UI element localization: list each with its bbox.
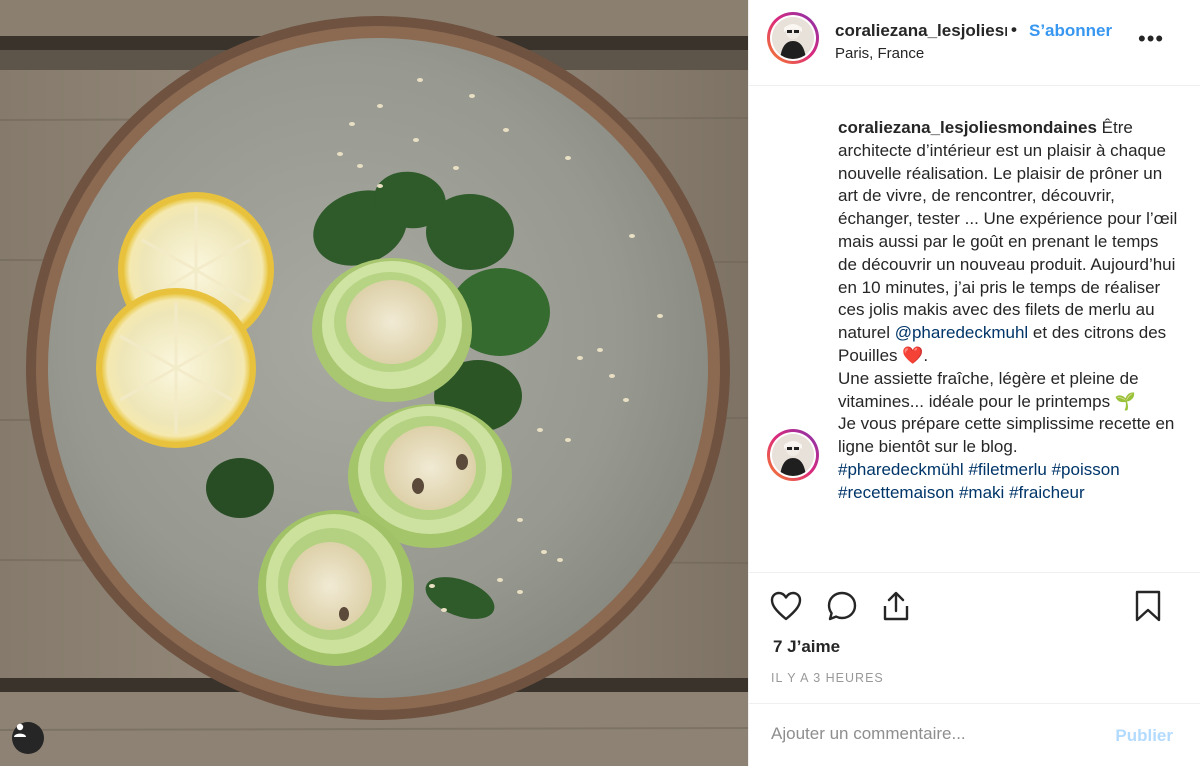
post-details-panel: coraliezana_lesjoliesmondaines • S’abonn… — [748, 0, 1200, 766]
caption-text: Une assiette fraîche, légère et pleine d… — [838, 368, 1139, 411]
bookmark-icon[interactable] — [1131, 589, 1165, 623]
more-options-icon[interactable]: ••• — [1138, 28, 1164, 50]
heart-icon[interactable] — [769, 589, 803, 623]
hashtag-link[interactable]: #recettemaison — [838, 483, 954, 502]
hashtag-link[interactable]: #filetmerlu — [968, 460, 1046, 479]
tagged-users-button[interactable] — [12, 722, 44, 754]
follow-button[interactable]: S’abonner — [1029, 21, 1112, 41]
add-comment-bar: Publier — [749, 703, 1200, 766]
publish-button[interactable]: Publier — [1115, 726, 1173, 746]
user-icon — [14, 723, 26, 737]
caption-author-avatar[interactable] — [767, 429, 819, 481]
post-header: coraliezana_lesjoliesmondaines • S’abonn… — [749, 0, 1200, 86]
post-timestamp[interactable]: IL Y A 3 HEURES — [771, 671, 884, 685]
caption-text: Je vous prépare cette simplissime recett… — [838, 414, 1175, 457]
separator-dot: • — [1011, 20, 1017, 39]
author-username[interactable]: coraliezana_lesjoliesmondaines — [835, 21, 1007, 41]
hashtag-link[interactable]: #poisson — [1052, 460, 1120, 479]
share-icon[interactable] — [879, 589, 913, 623]
comment-input[interactable] — [771, 724, 1071, 744]
mention-link[interactable]: @pharedeckmuhl — [895, 323, 1029, 342]
avatar-image — [772, 434, 814, 476]
comment-icon[interactable] — [825, 589, 859, 623]
food-photo-illustration — [0, 0, 748, 766]
hashtag-link[interactable]: #maki — [959, 483, 1004, 502]
caption-username[interactable]: coraliezana_lesjoliesmondaines — [838, 118, 1097, 137]
avatar-image — [772, 17, 814, 59]
author-avatar[interactable] — [767, 12, 819, 64]
comments-section: coraliezana_lesjoliesmondaines Être arch… — [749, 87, 1200, 571]
post-actions: 7 J’aime IL Y A 3 HEURES — [749, 572, 1200, 702]
likes-count[interactable]: 7 J’aime — [773, 637, 840, 657]
hashtag-link[interactable]: #pharedeckmühl — [838, 460, 964, 479]
post-photo[interactable] — [0, 0, 748, 766]
instagram-post-modal: coraliezana_lesjoliesmondaines • S’abonn… — [0, 0, 1200, 766]
caption-text: Être architecte d’intérieur est un plais… — [838, 118, 1178, 343]
post-location[interactable]: Paris, France — [835, 45, 924, 62]
hashtag-link[interactable]: #fraicheur — [1009, 483, 1085, 502]
post-caption: coraliezana_lesjoliesmondaines Être arch… — [838, 117, 1178, 505]
